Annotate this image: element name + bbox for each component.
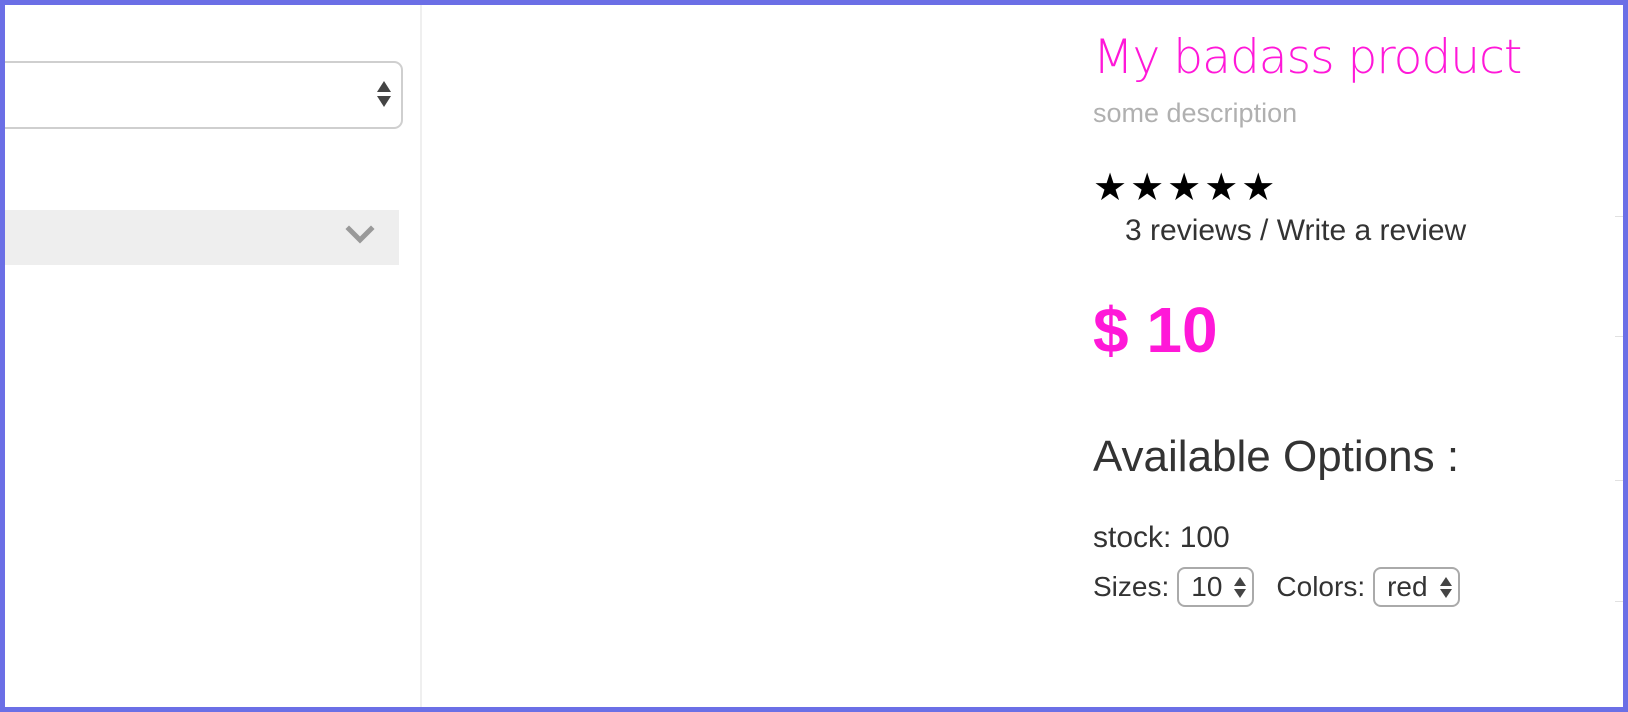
- filter-select[interactable]: [0, 61, 403, 129]
- colors-label: Colors:: [1276, 571, 1366, 602]
- reviews-link[interactable]: 3 reviews: [1125, 214, 1252, 247]
- select-arrows-icon: [377, 81, 391, 109]
- product-description: some description: [1093, 98, 1298, 128]
- write-review-link[interactable]: Write a review: [1277, 214, 1467, 247]
- options-row: Sizes: 10 Colors: red: [1093, 564, 1613, 610]
- colors-select-value: red: [1387, 571, 1428, 602]
- rating-stars: ★★★★★: [1093, 167, 1279, 209]
- stock-text: stock: 100: [1093, 521, 1230, 554]
- sizes-label: Sizes:: [1093, 571, 1170, 602]
- select-arrows-icon: [1439, 577, 1452, 599]
- product-price: $ 10: [1093, 294, 1218, 366]
- sizes-select[interactable]: 10: [1177, 567, 1255, 607]
- product-title: My badass product: [1093, 30, 1522, 85]
- select-arrows-icon: [1234, 577, 1247, 599]
- sizes-select-value: 10: [1191, 571, 1223, 602]
- options-heading: Available Options :: [1093, 432, 1460, 481]
- reviews-line: 3 reviews / Write a review: [1125, 212, 1613, 250]
- product-info: My badass product some description ★★★★★…: [1093, 22, 1613, 610]
- reviews-separator: /: [1251, 214, 1277, 247]
- left-filter-panel: [0, 5, 422, 707]
- colors-select[interactable]: red: [1373, 567, 1460, 607]
- chevron-down-icon: [345, 225, 375, 244]
- accordion-header[interactable]: [5, 210, 399, 265]
